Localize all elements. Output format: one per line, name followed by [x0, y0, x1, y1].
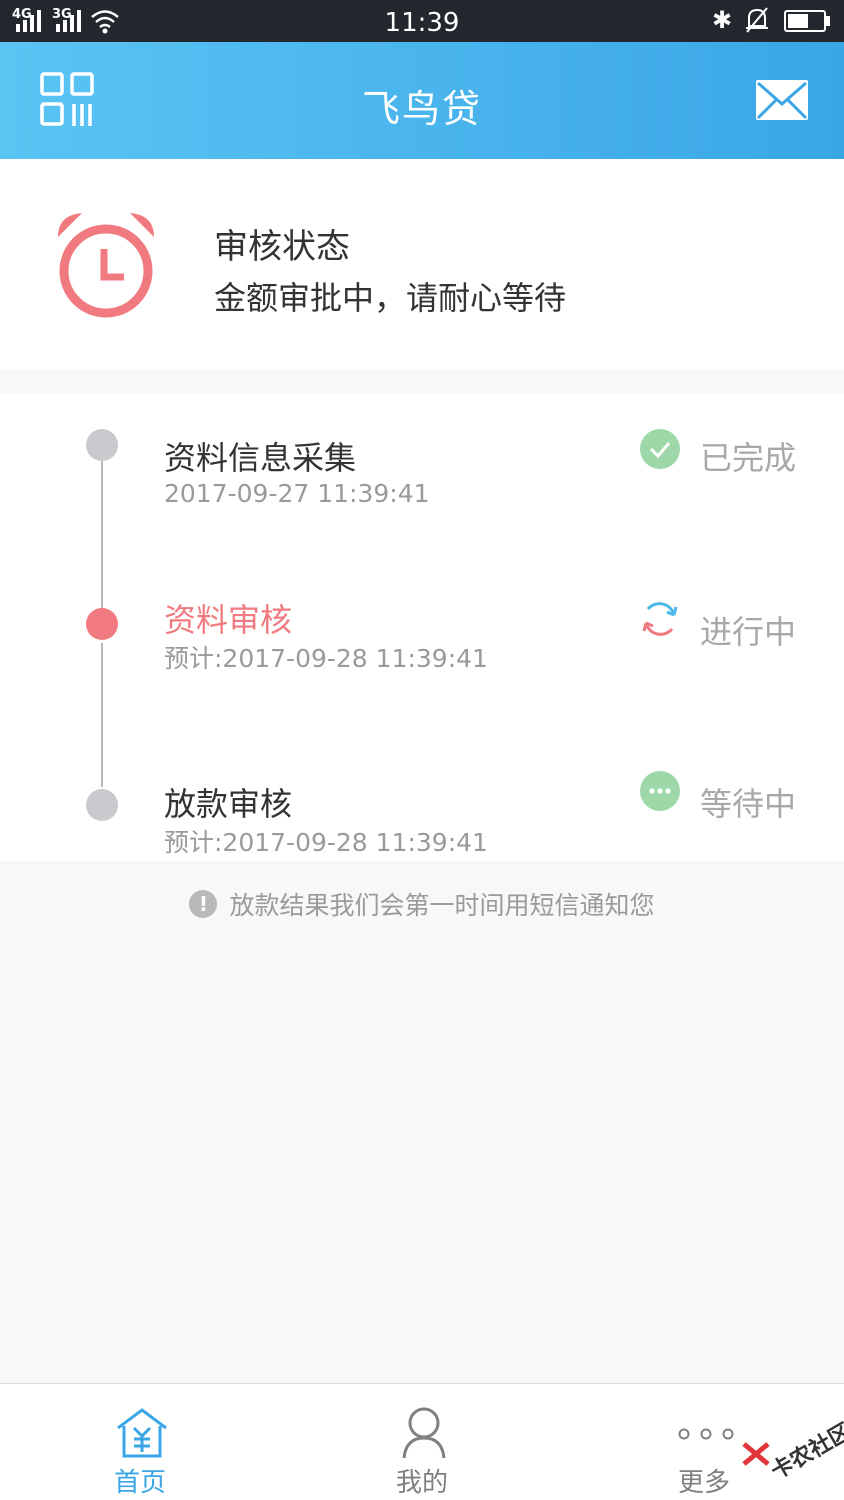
- step-time: 预计:2017-09-28 11:39:41: [164, 644, 488, 673]
- page-title: 飞鸟贷: [361, 87, 482, 131]
- alarm-clock-icon: [58, 213, 154, 318]
- timeline-connector: [101, 643, 103, 787]
- review-status-card: 审核状态 金额审批中，请耐心等待: [0, 159, 844, 369]
- more-circle-icon: [640, 771, 680, 811]
- step-title: 资料信息采集: [164, 439, 357, 477]
- watermark-text: 卡农社区: [767, 1419, 844, 1485]
- bluetooth-icon: ✱: [712, 6, 733, 34]
- review-status-desc: 金额审批中，请耐心等待: [214, 279, 567, 317]
- mute-bell-icon: [746, 7, 768, 33]
- watermark: 卡农社区: [742, 1410, 844, 1485]
- status-bar: 4G 3G 11:39 ✱: [0, 0, 844, 42]
- step-title: 资料审核: [164, 601, 293, 639]
- progress-timeline: 资料信息采集 2017-09-27 11:39:41 已完成 资料审核 预计:2…: [0, 393, 844, 861]
- battery-tip: [826, 16, 830, 26]
- bottom-nav: 首页 我的 更多: [0, 1383, 844, 1500]
- nav-label: 我的: [395, 1468, 448, 1498]
- exclamation-circle-icon: !: [189, 890, 218, 918]
- step-state: 等待中: [700, 785, 797, 823]
- app-header: 飞鸟贷: [0, 42, 844, 159]
- check-circle-icon: [640, 429, 680, 469]
- review-status-title: 审核状态: [214, 227, 350, 267]
- user-icon: [402, 1407, 446, 1459]
- more-dots-icon: [678, 1428, 734, 1440]
- sms-notice: ! 放款结果我们会第一时间用短信通知您: [0, 886, 844, 922]
- step-title: 放款审核: [164, 785, 293, 823]
- step-state: 进行中: [700, 613, 797, 651]
- timeline-dot: [86, 789, 118, 821]
- timeline-dot: [86, 429, 118, 461]
- timeline-dot-active: [86, 608, 118, 640]
- notice-text: 放款结果我们会第一时间用短信通知您: [229, 891, 655, 920]
- step-time: 2017-09-27 11:39:41: [164, 479, 430, 508]
- mail-icon[interactable]: [754, 78, 810, 122]
- timeline-connector: [101, 457, 103, 623]
- step-time: 预计:2017-09-28 11:39:41: [164, 828, 488, 857]
- refresh-icon: [642, 602, 678, 636]
- battery-icon: [784, 10, 826, 32]
- step-state: 已完成: [700, 439, 797, 477]
- home-icon: [117, 1408, 167, 1458]
- nav-home[interactable]: 首页: [40, 1384, 240, 1500]
- nav-label: 首页: [113, 1468, 166, 1498]
- watermark-logo-icon: [742, 1442, 770, 1466]
- nav-mine[interactable]: 我的: [322, 1384, 522, 1500]
